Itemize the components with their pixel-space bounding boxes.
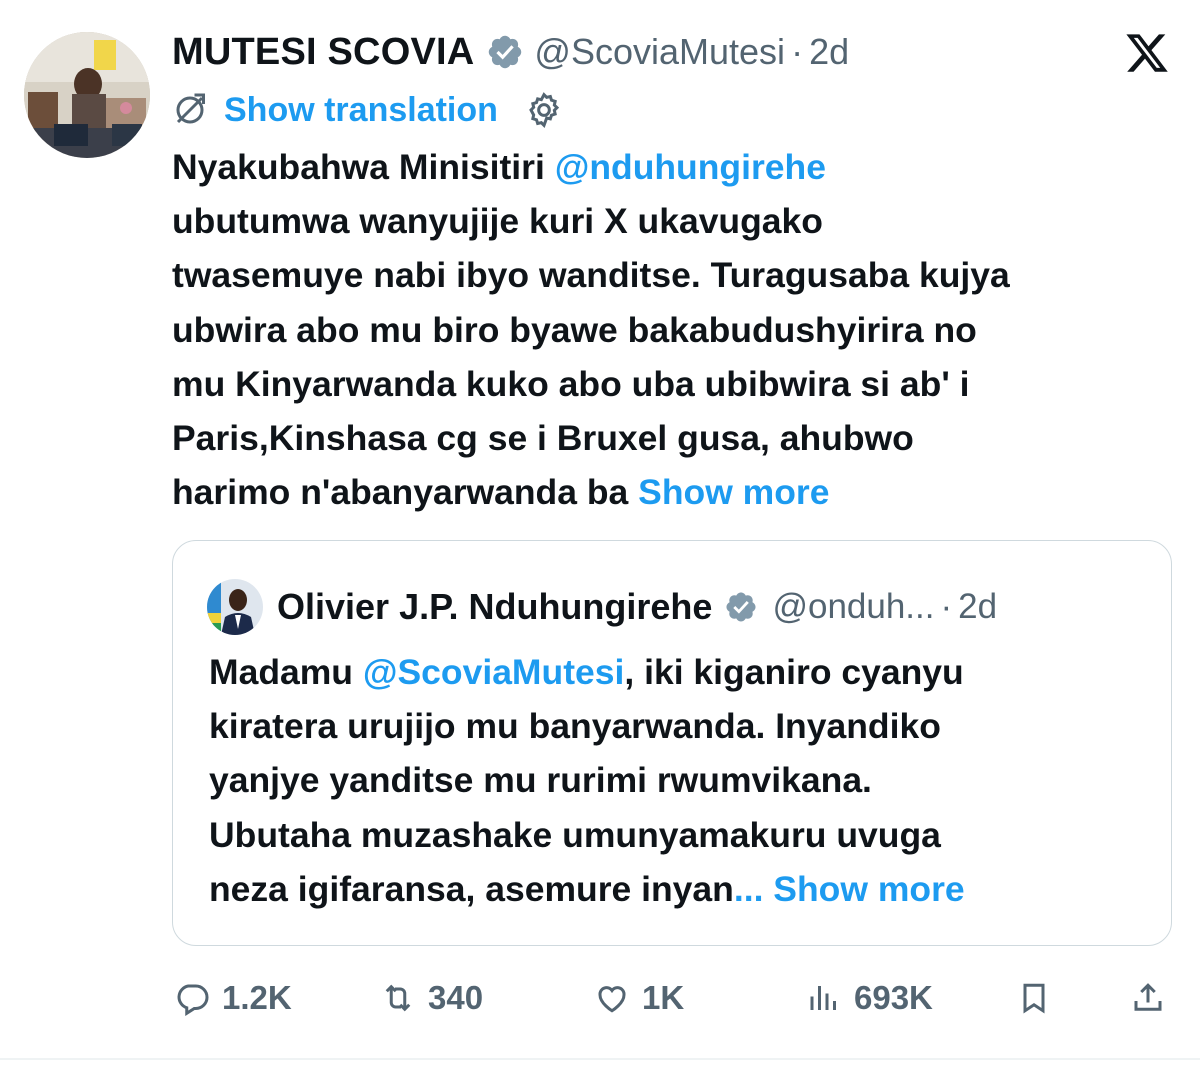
tweet-text-line: ubutumwa wanyujije kuri X ukavugako	[172, 194, 1182, 248]
gear-icon[interactable]	[524, 90, 564, 130]
quoted-text-line: Ubutaha muzashake umunyamakuru uvuga	[209, 808, 1149, 862]
tweet-text-segment: ubwira abo mu biro byawe bakabudushyirir…	[172, 309, 977, 350]
retweet-count: 340	[428, 979, 484, 1016]
quoted-text-line: yanjye yanditse mu rurimi rwumvikana.	[209, 753, 1149, 807]
views-icon	[810, 986, 836, 1010]
quoted-tweet-time[interactable]: 2d	[958, 587, 997, 627]
heart-icon	[598, 986, 626, 1013]
bookmark-button[interactable]	[1016, 970, 1064, 1026]
bookmark-icon	[1023, 983, 1045, 1014]
divider	[0, 1058, 1200, 1060]
tweet-text: Nyakubahwa Minisitiri @nduhungirehe ubutu…	[172, 140, 1182, 519]
reply-count: 1.2K	[222, 979, 292, 1016]
action-bar: 1.2K 340 1K 693K	[172, 970, 1172, 1026]
retweet-icon	[385, 984, 411, 1012]
show-translation-link[interactable]: Show translation	[224, 91, 498, 130]
verified-badge-icon	[724, 590, 758, 624]
x-logo-icon[interactable]	[1124, 30, 1170, 76]
tweet-text-segment: twasemuye nabi ibyo wanditse. Turagusaba…	[172, 255, 1010, 296]
tweet-header: MUTESI SCOVIA @ScoviaMutesi · 2d	[172, 28, 849, 76]
quoted-tweet-header: Olivier J.P. Nduhungirehe @onduh... · 2d	[207, 579, 997, 635]
tweet-text-segment: Nyakubahwa Minisitiri	[172, 147, 555, 187]
quoted-text-segment: yanjye yanditse mu rurimi rwumvikana.	[209, 760, 872, 801]
tweet-text-line: ubwira abo mu biro byawe bakabudushyirir…	[172, 303, 1182, 357]
quoted-tweet[interactable]: Olivier J.P. Nduhungirehe @onduh... · 2d…	[172, 540, 1172, 946]
share-icon	[1134, 983, 1162, 1011]
tweet-text-segment: harimo n'abanyarwanda ba	[172, 472, 639, 513]
mention-link[interactable]: @nduhungirehe	[555, 147, 826, 187]
author-handle[interactable]: @ScoviaMutesi	[534, 31, 785, 73]
tweet-text-segment: ubutumwa wanyujije kuri X ukavugako	[172, 201, 823, 242]
tweet-text-line: mu Kinyarwanda kuko abo uba ubibwira si …	[172, 357, 1182, 411]
tweet-text-segment: mu Kinyarwanda kuko abo uba ubibwira si …	[172, 363, 970, 404]
tweet-card[interactable]: MUTESI SCOVIA @ScoviaMutesi · 2d Show tr…	[0, 0, 1200, 1065]
quoted-author-handle[interactable]: @onduh...	[772, 587, 934, 627]
quoted-text-segment: Madamu	[209, 652, 363, 692]
quoted-author-avatar[interactable]	[207, 579, 263, 635]
quoted-text-segment: , iki kiganiro cyanyu	[624, 652, 964, 692]
reply-button[interactable]: 1.2K	[174, 970, 292, 1026]
tweet-text-line: twasemuye nabi ibyo wanditse. Turagusaba…	[172, 248, 1182, 302]
like-button[interactable]: 1K	[594, 970, 684, 1026]
translate-row: Show translation	[172, 88, 564, 132]
avatar-photo	[24, 32, 150, 158]
views-button[interactable]: 693K	[806, 970, 933, 1026]
tweet-text-line: Nyakubahwa Minisitiri @nduhungirehe	[172, 140, 1182, 194]
quoted-text-segment: kiratera urujijo mu banyarwanda. Inyandi…	[209, 706, 941, 747]
quoted-avatar-photo	[207, 579, 263, 635]
like-count: 1K	[642, 979, 685, 1016]
views-count: 693K	[854, 979, 933, 1016]
retweet-button[interactable]: 340	[380, 970, 483, 1026]
verified-badge-icon	[486, 33, 524, 71]
tweet-text-line: harimo n'abanyarwanda ba Show more	[172, 465, 1182, 519]
globe-icon	[176, 93, 205, 124]
quoted-text-segment: neza igifaransa, asemure inyan	[209, 868, 734, 909]
quoted-meta-separator: ·	[940, 587, 953, 626]
tweet-text-segment: Paris,Kinshasa cg se i Bruxel gusa, ahub…	[172, 418, 914, 459]
show-more-link[interactable]: Show more	[638, 472, 829, 512]
show-more-link[interactable]: ... Show more	[734, 869, 965, 909]
meta-separator: ·	[791, 31, 804, 72]
share-button[interactable]	[1130, 970, 1178, 1026]
quoted-author-name[interactable]: Olivier J.P. Nduhungirehe	[277, 586, 712, 628]
mention-link[interactable]: @ScoviaMutesi	[363, 652, 625, 692]
author-avatar[interactable]	[24, 32, 150, 158]
reply-icon	[177, 984, 209, 1016]
tweet-text-line: Paris,Kinshasa cg se i Bruxel gusa, ahub…	[172, 411, 1182, 465]
quoted-text-line: Madamu @ScoviaMutesi, iki kiganiro cyany…	[209, 645, 1149, 699]
tweet-time[interactable]: 2d	[809, 31, 849, 73]
author-name[interactable]: MUTESI SCOVIA	[172, 31, 474, 74]
quoted-text-line: kiratera urujijo mu banyarwanda. Inyandi…	[209, 699, 1149, 753]
quoted-tweet-text: Madamu @ScoviaMutesi, iki kiganiro cyany…	[209, 645, 1149, 916]
quoted-text-segment: Ubutaha muzashake umunyamakuru uvuga	[209, 814, 941, 855]
quoted-text-line: neza igifaransa, asemure inyan... Show m…	[209, 862, 1149, 916]
